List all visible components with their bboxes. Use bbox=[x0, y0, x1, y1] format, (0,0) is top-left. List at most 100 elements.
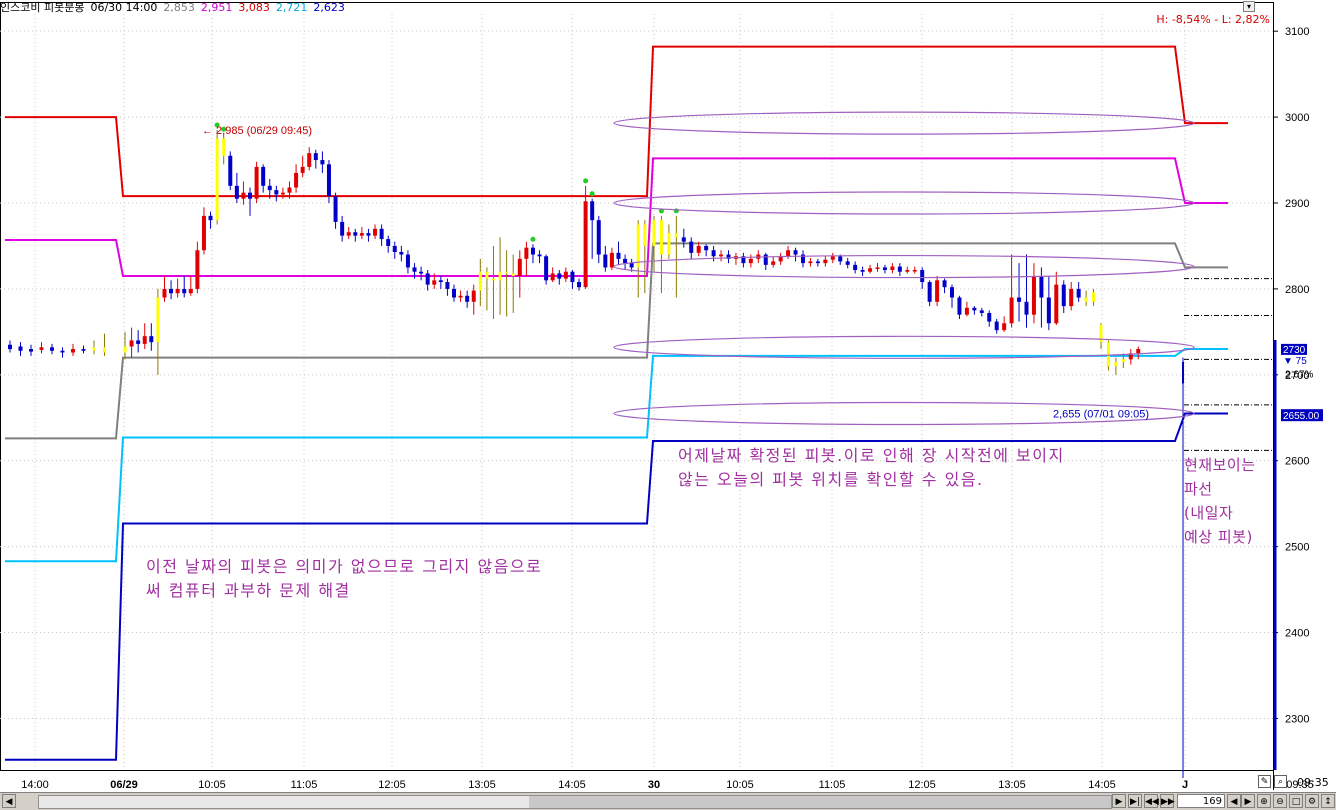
candle-body bbox=[882, 267, 887, 271]
scroll-left-icon[interactable]: ◀ bbox=[2, 794, 16, 808]
candle-body bbox=[195, 250, 200, 289]
candle bbox=[215, 129, 219, 225]
candle-body bbox=[425, 273, 430, 285]
candle-body bbox=[386, 239, 391, 246]
increase-icon[interactable]: ▶ bbox=[1241, 794, 1255, 808]
candle-body bbox=[287, 187, 292, 193]
candle-body bbox=[590, 201, 595, 221]
fit-icon[interactable]: □ bbox=[1289, 794, 1303, 808]
candle-body bbox=[623, 258, 628, 264]
candle-body bbox=[228, 155, 233, 186]
y-tick-label: 2800 bbox=[1285, 284, 1309, 296]
x-tick-label: 11:05 bbox=[291, 779, 318, 791]
x-tick-label: 10:05 bbox=[198, 779, 226, 791]
x-tick-label: J bbox=[1182, 779, 1188, 791]
zoom-out-icon[interactable]: ⊖ bbox=[1273, 794, 1287, 808]
candle-body bbox=[373, 228, 378, 236]
candle-body bbox=[280, 192, 285, 195]
candle-body bbox=[142, 336, 147, 344]
candle-body bbox=[485, 271, 489, 279]
candle-body bbox=[438, 280, 443, 283]
candle-body bbox=[530, 247, 535, 255]
x-tick-label: 13:05 bbox=[468, 779, 496, 791]
candle-body bbox=[123, 346, 127, 353]
candle-body bbox=[241, 192, 246, 199]
candle-body bbox=[274, 190, 279, 195]
candle-body bbox=[222, 138, 226, 156]
candle-body bbox=[583, 201, 588, 288]
candle-body bbox=[353, 232, 358, 236]
candle-body bbox=[307, 153, 312, 167]
candle-body bbox=[1136, 349, 1141, 354]
expand-icon[interactable]: ↕ bbox=[1321, 794, 1335, 808]
go-end-icon[interactable]: ▶| bbox=[1128, 794, 1142, 808]
settings-icon[interactable]: ⚙ bbox=[1305, 794, 1319, 808]
note-left: 이전 날짜의 피봇은 의미가 없으므로 그리지 않음으로 써 컴퓨터 과부하 문… bbox=[146, 557, 543, 600]
x-tick-label: 06/29 bbox=[110, 779, 138, 791]
candle-body bbox=[419, 271, 424, 274]
candle-body bbox=[845, 261, 850, 265]
candle-body bbox=[890, 266, 895, 271]
candle-body bbox=[452, 288, 456, 298]
signal-dot bbox=[673, 208, 679, 214]
scroll-thumb[interactable] bbox=[529, 796, 1111, 808]
candle-body bbox=[405, 254, 410, 268]
candle-body bbox=[149, 336, 154, 343]
header-value-s2: 2,623 bbox=[313, 1, 345, 14]
candle-body bbox=[333, 196, 338, 222]
candle-body bbox=[491, 278, 495, 281]
pencil-icon[interactable]: ✎ bbox=[1258, 775, 1271, 788]
bar-count-input[interactable]: 169 bbox=[1177, 794, 1225, 808]
candle-body bbox=[570, 271, 575, 283]
candle-body bbox=[1076, 288, 1081, 298]
candle-body bbox=[366, 233, 371, 236]
x-tick-label: 30 bbox=[648, 779, 660, 791]
fast-forward-icon[interactable]: ▶▶ bbox=[1160, 794, 1175, 808]
candle-body bbox=[596, 220, 601, 255]
candle-body bbox=[1084, 297, 1088, 302]
candle-body bbox=[972, 307, 977, 311]
candle-body bbox=[458, 295, 463, 298]
candle-body bbox=[689, 241, 694, 253]
candle-body bbox=[81, 349, 86, 351]
chart-canvas[interactable]: 31003000290028002700260025002400230014:0… bbox=[0, 0, 1336, 810]
candle-body bbox=[505, 271, 509, 274]
candle-body bbox=[517, 258, 522, 277]
candle-body bbox=[920, 270, 925, 283]
candle-body bbox=[643, 224, 647, 246]
candle bbox=[228, 151, 233, 191]
candle-body bbox=[696, 245, 701, 253]
x-tick-label: 14:05 bbox=[558, 779, 586, 791]
candle-body bbox=[215, 138, 219, 221]
y-tick-label: 2300 bbox=[1285, 713, 1309, 725]
time-readout: 09:35 bbox=[1297, 776, 1329, 789]
zoom-in-icon[interactable]: ⊕ bbox=[1257, 794, 1271, 808]
zoom-icon[interactable]: ⌕ bbox=[1274, 775, 1287, 788]
signal-dot bbox=[589, 191, 595, 197]
candle-body bbox=[875, 267, 880, 269]
price-change-label: ▼ 75 bbox=[1283, 356, 1307, 367]
candle-body bbox=[748, 258, 753, 264]
candle-body bbox=[830, 256, 835, 260]
horizontal-scrollbar[interactable] bbox=[38, 795, 1112, 809]
candle-body bbox=[652, 220, 656, 246]
candle-body bbox=[636, 224, 640, 268]
candle-body bbox=[60, 350, 65, 353]
y-tick-label: 2900 bbox=[1285, 198, 1309, 210]
pivot-price-label: 2655.00 bbox=[1283, 411, 1320, 422]
candle-body bbox=[927, 282, 932, 302]
scroll-right-icon[interactable]: ▶ bbox=[1112, 794, 1126, 808]
chart-options-icon[interactable]: ▾ bbox=[1243, 1, 1255, 12]
candle-body bbox=[175, 288, 180, 294]
rewind-icon[interactable]: ◀◀ bbox=[1144, 794, 1159, 808]
candle-body bbox=[815, 261, 820, 264]
decrease-icon[interactable]: ◀ bbox=[1227, 794, 1241, 808]
candle-body bbox=[1106, 342, 1110, 367]
candle-body bbox=[667, 233, 671, 255]
candle bbox=[583, 185, 588, 289]
candle-body bbox=[912, 270, 917, 272]
candle-body bbox=[169, 288, 174, 294]
candle-body bbox=[8, 344, 12, 350]
candle-body bbox=[577, 282, 582, 288]
candle-body bbox=[823, 259, 828, 264]
